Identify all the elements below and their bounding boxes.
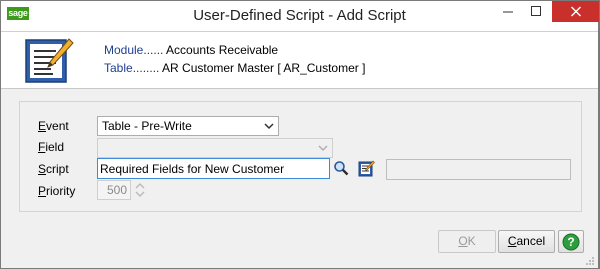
event-mnemonic: E	[38, 119, 47, 133]
close-icon	[570, 6, 581, 17]
chevron-down-icon	[264, 123, 274, 130]
script-label: Script	[38, 162, 69, 176]
module-value: Accounts Receivable	[166, 43, 279, 57]
resize-grip-icon[interactable]	[585, 256, 595, 266]
script-document-icon	[25, 38, 74, 83]
cancel-label: ancel	[516, 234, 546, 248]
event-value: Table - Pre-Write	[102, 119, 192, 133]
table-value: AR Customer Master [ AR_Customer ]	[162, 61, 366, 75]
priority-spinner[interactable]	[134, 180, 146, 200]
ok-button[interactable]: OK	[438, 230, 496, 253]
priority-label: Priority	[38, 184, 75, 198]
event-label-text: vent	[46, 119, 69, 133]
title-bar[interactable]: sage User-Defined Script - Add Script	[1, 1, 599, 31]
chevron-down-icon[interactable]	[135, 191, 145, 197]
module-label: Module	[104, 43, 144, 57]
module-dots: ......	[143, 43, 164, 57]
script-name-input[interactable]	[97, 158, 330, 179]
dialog-window: sage User-Defined Script - Add Script Mo…	[0, 0, 600, 269]
svg-text:?: ?	[567, 235, 574, 249]
edit-script-icon[interactable]	[358, 160, 375, 177]
chevron-up-icon[interactable]	[135, 183, 145, 189]
field-label-text: ield	[45, 140, 65, 154]
module-row: Module...... Accounts Receivable	[104, 43, 278, 57]
event-select[interactable]: Table - Pre-Write	[97, 116, 279, 136]
help-button[interactable]: ?	[558, 230, 584, 253]
ok-label: K	[467, 234, 476, 248]
script-mnemonic: S	[38, 162, 47, 176]
ok-mnemonic: O	[458, 234, 468, 248]
search-icon[interactable]	[333, 160, 349, 176]
script-settings-panel: Event Table - Pre-Write Field Script Pri…	[19, 101, 582, 212]
close-button[interactable]	[552, 1, 599, 22]
cancel-button[interactable]: Cancel	[498, 230, 555, 253]
script-label-text: cript	[46, 162, 69, 176]
table-label: Table	[104, 61, 133, 75]
priority-input[interactable]: 500	[97, 180, 131, 200]
chevron-down-icon	[318, 145, 328, 152]
priority-label-text: riority	[46, 184, 76, 198]
help-icon: ?	[562, 233, 580, 251]
field-select[interactable]	[97, 138, 333, 158]
priority-mnemonic: P	[38, 184, 47, 198]
field-label: Field	[38, 140, 64, 154]
minimize-button[interactable]	[494, 1, 522, 22]
maximize-icon	[531, 6, 541, 16]
event-label: Event	[38, 119, 69, 133]
script-header: Module...... Accounts Receivable Table..…	[1, 31, 598, 89]
table-row: Table........ AR Customer Master [ AR_Cu…	[104, 61, 365, 75]
script-description-field	[386, 159, 571, 180]
table-dots: ........	[132, 61, 160, 75]
minimize-icon	[503, 11, 513, 13]
maximize-button[interactable]	[522, 1, 550, 22]
